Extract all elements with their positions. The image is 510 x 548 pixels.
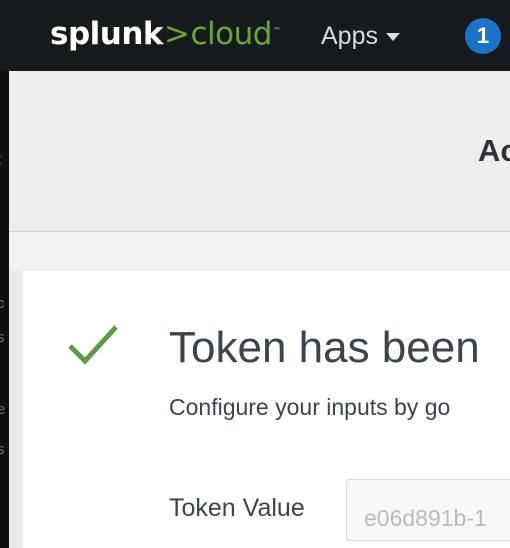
success-title: Token has been	[169, 323, 480, 372]
notification-count: 1	[476, 23, 490, 48]
main-content: Ac Token has been Configure your inputs …	[9, 71, 510, 548]
section-gap	[9, 232, 510, 270]
left-edge-panel: t c s e s	[0, 71, 9, 548]
success-subtitle: Configure your inputs by go	[169, 394, 451, 420]
notification-badge[interactable]: 1	[465, 18, 501, 54]
checkmark-icon	[68, 325, 118, 365]
side-fragment: e	[0, 401, 6, 418]
side-fragment: s	[0, 329, 5, 346]
token-value-label: Token Value	[169, 494, 305, 522]
splunk-cloud-logo[interactable]: splunk>cloud™	[50, 16, 281, 52]
side-fragment: s	[0, 441, 5, 458]
success-panel: Token has been Configure your inputs by …	[23, 271, 510, 548]
apps-menu-label: Apps	[321, 22, 378, 50]
token-value-field[interactable]	[346, 479, 510, 541]
logo-product: cloud	[190, 16, 273, 52]
logo-chevron: >	[164, 16, 190, 52]
apps-menu-button[interactable]: Apps	[321, 22, 400, 51]
logo-trademark: ™	[272, 25, 281, 35]
page-title: Ac	[478, 133, 510, 168]
chevron-down-icon	[385, 33, 400, 42]
page-header: Ac	[9, 71, 510, 232]
side-fragment: c	[0, 295, 5, 312]
logo-word: splunk	[50, 16, 164, 52]
top-navigation-bar: splunk>cloud™ Apps 1	[0, 0, 510, 72]
side-fragment: t	[0, 151, 1, 168]
